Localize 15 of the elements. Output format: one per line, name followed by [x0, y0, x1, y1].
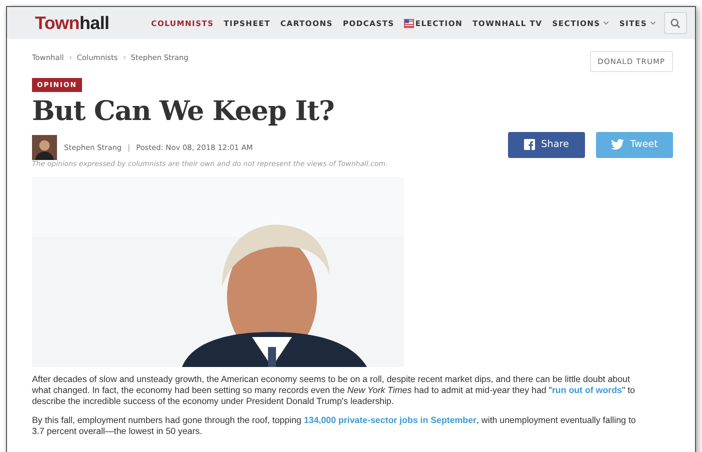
flag-icon — [404, 18, 414, 28]
share-button[interactable]: Share — [508, 132, 585, 158]
avatar — [32, 135, 57, 160]
search-button[interactable] — [664, 12, 687, 34]
search-icon — [670, 18, 681, 28]
article-paragraph: By this fall, employment numbers had gone through the roof, topping 134,000 private-sector jobs in September, with unemployment eventually falling to 3.7 percent overall—the lowest in 50 years. — [32, 415, 637, 437]
site-logo[interactable]: Townhall — [35, 12, 110, 34]
facebook-icon — [524, 139, 536, 150]
article-title: But Can We Keep It? — [32, 96, 336, 127]
caret-icon — [603, 21, 610, 25]
bird-icon — [611, 139, 624, 150]
chevron-icon — [68, 55, 72, 60]
chevron-icon — [122, 55, 126, 60]
caret-icon — [650, 21, 656, 25]
article-paragraph: After decades of slow and unsteady growth, the American economy seems to be on a roll, despite recent market dips, and there can be little doubt about what changed. In fact, the economy had been setting so many records even the New York Times had to admit at mid-year they had "run out of words" to describe the incredible success of the economy under President Donald Trump's leadership. — [32, 374, 636, 407]
